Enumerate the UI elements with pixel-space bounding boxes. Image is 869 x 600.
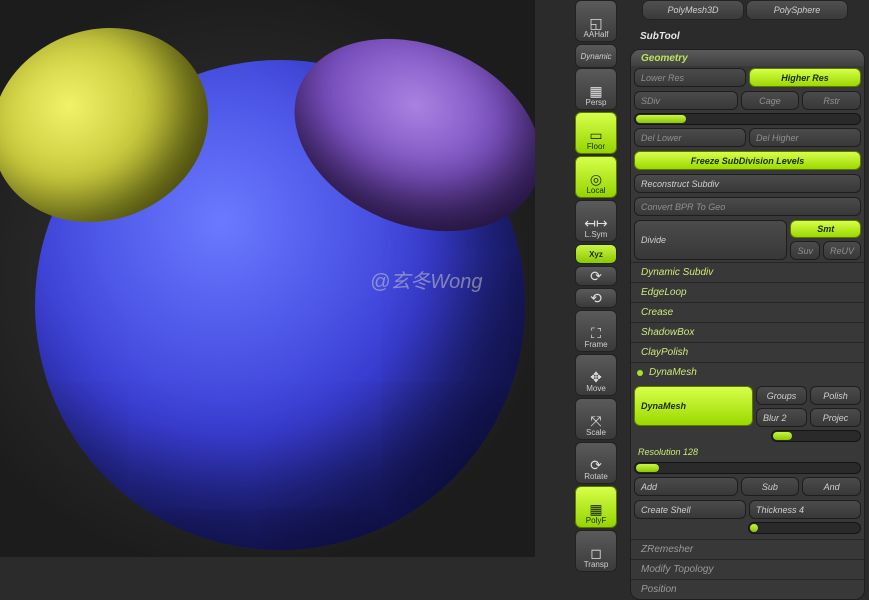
smt-button[interactable]: Smt bbox=[790, 220, 861, 238]
lower-res-button[interactable]: Lower Res bbox=[634, 68, 746, 87]
tool-panel: PolyMesh3D PolySphere SubTool Geometry L… bbox=[630, 0, 869, 557]
nav-rot-y[interactable]: ⟲ bbox=[575, 288, 617, 308]
blur-slider[interactable]: Blur 2 bbox=[756, 408, 807, 427]
geometry-header[interactable]: Geometry bbox=[631, 50, 864, 66]
nav-scale[interactable]: ⤧Scale bbox=[575, 398, 617, 440]
convert-bpr-button[interactable]: Convert BPR To Geo bbox=[634, 197, 861, 216]
resolution-slider[interactable]: Resolution 128 bbox=[631, 443, 864, 461]
grid-icon: ▦ bbox=[589, 84, 602, 98]
geometry-section: Geometry Lower Res Higher Res SDiv Cage … bbox=[630, 49, 865, 600]
rotate-ccw-icon: ⟲ bbox=[590, 291, 602, 305]
rotate-cw-icon: ⟳ bbox=[590, 269, 602, 283]
nav-frame[interactable]: ⛶Frame bbox=[575, 310, 617, 352]
cage-button[interactable]: Cage bbox=[741, 91, 800, 110]
nav-aahalf[interactable]: ◱AAHalf bbox=[575, 0, 617, 42]
reconstruct-subdiv-button[interactable]: Reconstruct Subdiv bbox=[634, 174, 861, 193]
aahalf-icon: ◱ bbox=[589, 16, 602, 30]
crease-header[interactable]: Crease bbox=[631, 302, 864, 322]
tooltype-polysphere[interactable]: PolySphere bbox=[746, 0, 848, 20]
thickness-slider[interactable]: Thickness 4 bbox=[749, 500, 861, 519]
create-shell-button[interactable]: Create Shell bbox=[634, 500, 746, 519]
nav-dynamic-label[interactable]: Dynamic bbox=[575, 44, 617, 68]
move-icon: ✥ bbox=[590, 370, 602, 384]
dynamic-subdiv-header[interactable]: Dynamic Subdiv bbox=[631, 262, 864, 282]
thickness-slider-track[interactable] bbox=[748, 522, 862, 534]
sub-button[interactable]: Sub bbox=[741, 477, 800, 496]
project-button[interactable]: Projec bbox=[810, 408, 861, 427]
nav-xyz[interactable]: Xyz bbox=[575, 244, 617, 264]
active-dot-icon bbox=[637, 370, 643, 376]
nav-transp[interactable]: ◻Transp bbox=[575, 530, 617, 572]
add-button[interactable]: Add bbox=[634, 477, 738, 496]
dynamesh-header[interactable]: DynaMesh bbox=[631, 362, 864, 382]
dynamesh-button[interactable]: DynaMesh bbox=[634, 386, 753, 426]
modify-topology-header[interactable]: Modify Topology bbox=[631, 559, 864, 579]
nav-rotate[interactable]: ⟳Rotate bbox=[575, 442, 617, 484]
sdiv-slider[interactable]: SDiv bbox=[634, 91, 738, 110]
frame-icon: ⛶ bbox=[591, 326, 601, 340]
del-higher-button[interactable]: Del Higher bbox=[749, 128, 861, 147]
divide-button[interactable]: Divide bbox=[634, 220, 787, 260]
nav-polyf[interactable]: ▦PolyF bbox=[575, 486, 617, 528]
nav-floor[interactable]: ▭Floor bbox=[575, 112, 617, 154]
edgeloop-header[interactable]: EdgeLoop bbox=[631, 282, 864, 302]
sdiv-slider-track[interactable] bbox=[634, 113, 861, 125]
resolution-slider-track[interactable] bbox=[634, 462, 861, 474]
nav-move[interactable]: ✥Move bbox=[575, 354, 617, 396]
shadowbox-header[interactable]: ShadowBox bbox=[631, 322, 864, 342]
floor-icon: ▭ bbox=[589, 128, 602, 142]
nav-lsym[interactable]: ↤↦L.Sym bbox=[575, 200, 617, 242]
position-header[interactable]: Position bbox=[631, 579, 864, 599]
claypolish-header[interactable]: ClayPolish bbox=[631, 342, 864, 362]
reuv-button[interactable]: ReUV bbox=[823, 241, 861, 260]
rstr-button[interactable]: Rstr bbox=[802, 91, 861, 110]
subtool-header[interactable]: SubTool bbox=[630, 26, 869, 46]
del-lower-button[interactable]: Del Lower bbox=[634, 128, 746, 147]
polish-button[interactable]: Polish bbox=[810, 386, 861, 405]
blur-slider-track[interactable] bbox=[771, 430, 861, 442]
zremesher-header[interactable]: ZRemesher bbox=[631, 539, 864, 559]
nav-rot-x[interactable]: ⟳ bbox=[575, 266, 617, 286]
groups-button[interactable]: Groups bbox=[756, 386, 807, 405]
scale-icon: ⤧ bbox=[590, 414, 601, 428]
transp-icon: ◻ bbox=[590, 546, 602, 560]
suv-button[interactable]: Suv bbox=[790, 241, 820, 260]
and-button[interactable]: And bbox=[802, 477, 861, 496]
local-icon: ◎ bbox=[590, 172, 602, 186]
higher-res-button[interactable]: Higher Res bbox=[749, 68, 861, 87]
nav-column: ◱AAHalf Dynamic ▦Persp ▭Floor ◎Local ↤↦L… bbox=[575, 0, 617, 557]
lsym-icon: ↤↦ bbox=[584, 216, 607, 230]
polyframe-icon: ▦ bbox=[589, 502, 602, 516]
viewport-3d[interactable]: @玄冬Wong bbox=[0, 0, 535, 557]
nav-persp[interactable]: ▦Persp bbox=[575, 68, 617, 110]
rotate-icon: ⟳ bbox=[590, 458, 602, 472]
freeze-subdivision-button[interactable]: Freeze SubDivision Levels bbox=[634, 151, 861, 170]
nav-local[interactable]: ◎Local bbox=[575, 156, 617, 198]
tooltype-polymesh3d[interactable]: PolyMesh3D bbox=[642, 0, 744, 20]
